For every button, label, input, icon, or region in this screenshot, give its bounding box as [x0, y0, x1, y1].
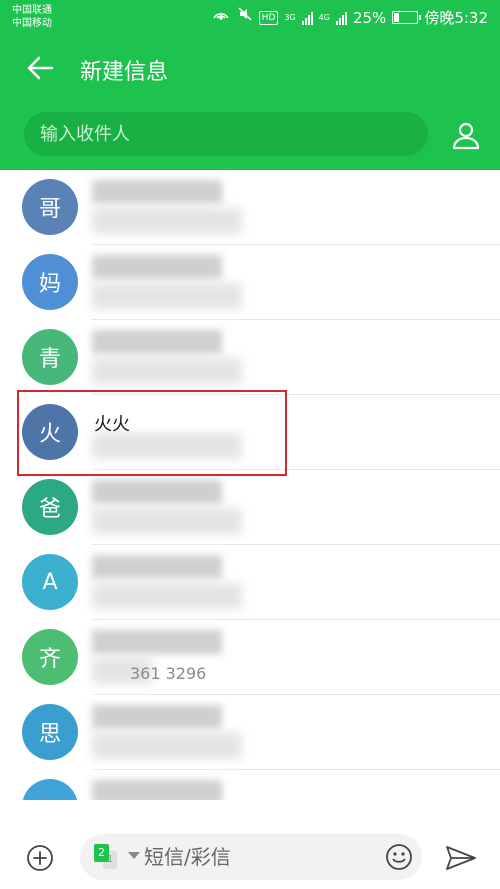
contact-row[interactable]: A — [0, 545, 500, 620]
redacted-name — [92, 480, 222, 504]
contact-row[interactable]: 齐 361 3296 — [0, 620, 500, 695]
battery-fill — [394, 13, 400, 22]
signal-icon — [335, 11, 347, 25]
hd-icon: HD — [258, 10, 279, 25]
dropdown-arrow-icon[interactable] — [128, 852, 140, 859]
emoji-button[interactable] — [385, 843, 413, 871]
avatar: 青 — [22, 329, 78, 385]
redacted-name — [92, 255, 222, 279]
recipient-input[interactable] — [24, 112, 428, 156]
avatar: 思 — [22, 704, 78, 760]
sim-2-badge: 2 — [94, 844, 109, 862]
back-button[interactable] — [22, 50, 58, 86]
send-button[interactable] — [444, 844, 478, 872]
send-icon — [446, 846, 476, 870]
page-title: 新建信息 — [80, 60, 169, 85]
clock: 傍晚5:32 — [424, 9, 488, 27]
mute-icon — [237, 6, 253, 29]
sim-selector[interactable]: 1 2 — [94, 844, 118, 870]
redacted-name — [92, 330, 222, 354]
redacted-number — [92, 358, 242, 384]
avatar: 爸 — [22, 479, 78, 535]
message-input[interactable] — [144, 842, 374, 872]
contact-number: 361 3296 — [130, 664, 207, 683]
battery-icon — [392, 11, 422, 24]
redacted-number — [92, 583, 242, 609]
status-icons: HD 3G 4G 25% 傍晚5:32 — [211, 6, 488, 29]
smiley-icon — [386, 844, 412, 870]
highlight-annotation — [17, 390, 287, 476]
contact-list[interactable]: 哥 妈 青 火 火火 爸 A 齐 361 3296 思 — [0, 170, 500, 800]
arrow-left-icon — [27, 56, 54, 80]
carrier-2: 中国移动 — [12, 18, 52, 29]
redacted-name — [92, 780, 222, 800]
avatar: 齐 — [22, 629, 78, 685]
contact-row[interactable]: 思 — [0, 695, 500, 770]
network-type-2: 4G — [318, 12, 330, 22]
compose-field[interactable]: 1 2 — [80, 834, 422, 880]
redacted-number — [92, 508, 242, 534]
redacted-number — [92, 733, 242, 759]
app-bar: 新建信息 — [0, 36, 500, 170]
redacted-name — [92, 705, 222, 729]
carrier-1: 中国联通 — [12, 5, 52, 16]
redacted-number — [92, 283, 242, 309]
avatar: A — [22, 554, 78, 610]
add-attachment-button[interactable] — [26, 844, 54, 872]
plus-circle-icon — [27, 845, 53, 871]
contact-row[interactable] — [0, 770, 500, 800]
battery-percent: 25% — [352, 8, 387, 27]
avatar: 哥 — [22, 179, 78, 235]
contact-row[interactable]: 爸 — [0, 470, 500, 545]
avatar: 妈 — [22, 254, 78, 310]
redacted-number — [92, 208, 242, 234]
contact-row[interactable]: 青 — [0, 320, 500, 395]
signal-icon — [301, 11, 313, 25]
network-type-1: 3G — [284, 12, 296, 22]
contact-row[interactable]: 妈 — [0, 245, 500, 320]
redacted-name — [92, 180, 222, 204]
person-icon — [452, 122, 480, 150]
avatar — [22, 779, 78, 800]
redacted-name — [92, 555, 222, 579]
contacts-button[interactable] — [448, 118, 484, 154]
status-bar: 中国联通 中国移动 HD 3G 4G 25% 傍晚5:32 — [0, 0, 500, 36]
composer-bar: 1 2 — [0, 820, 500, 889]
carrier-labels: 中国联通 中国移动 — [12, 4, 52, 30]
contact-row[interactable]: 哥 — [0, 170, 500, 245]
hotspot-icon — [211, 6, 231, 29]
redacted-name — [92, 630, 222, 654]
